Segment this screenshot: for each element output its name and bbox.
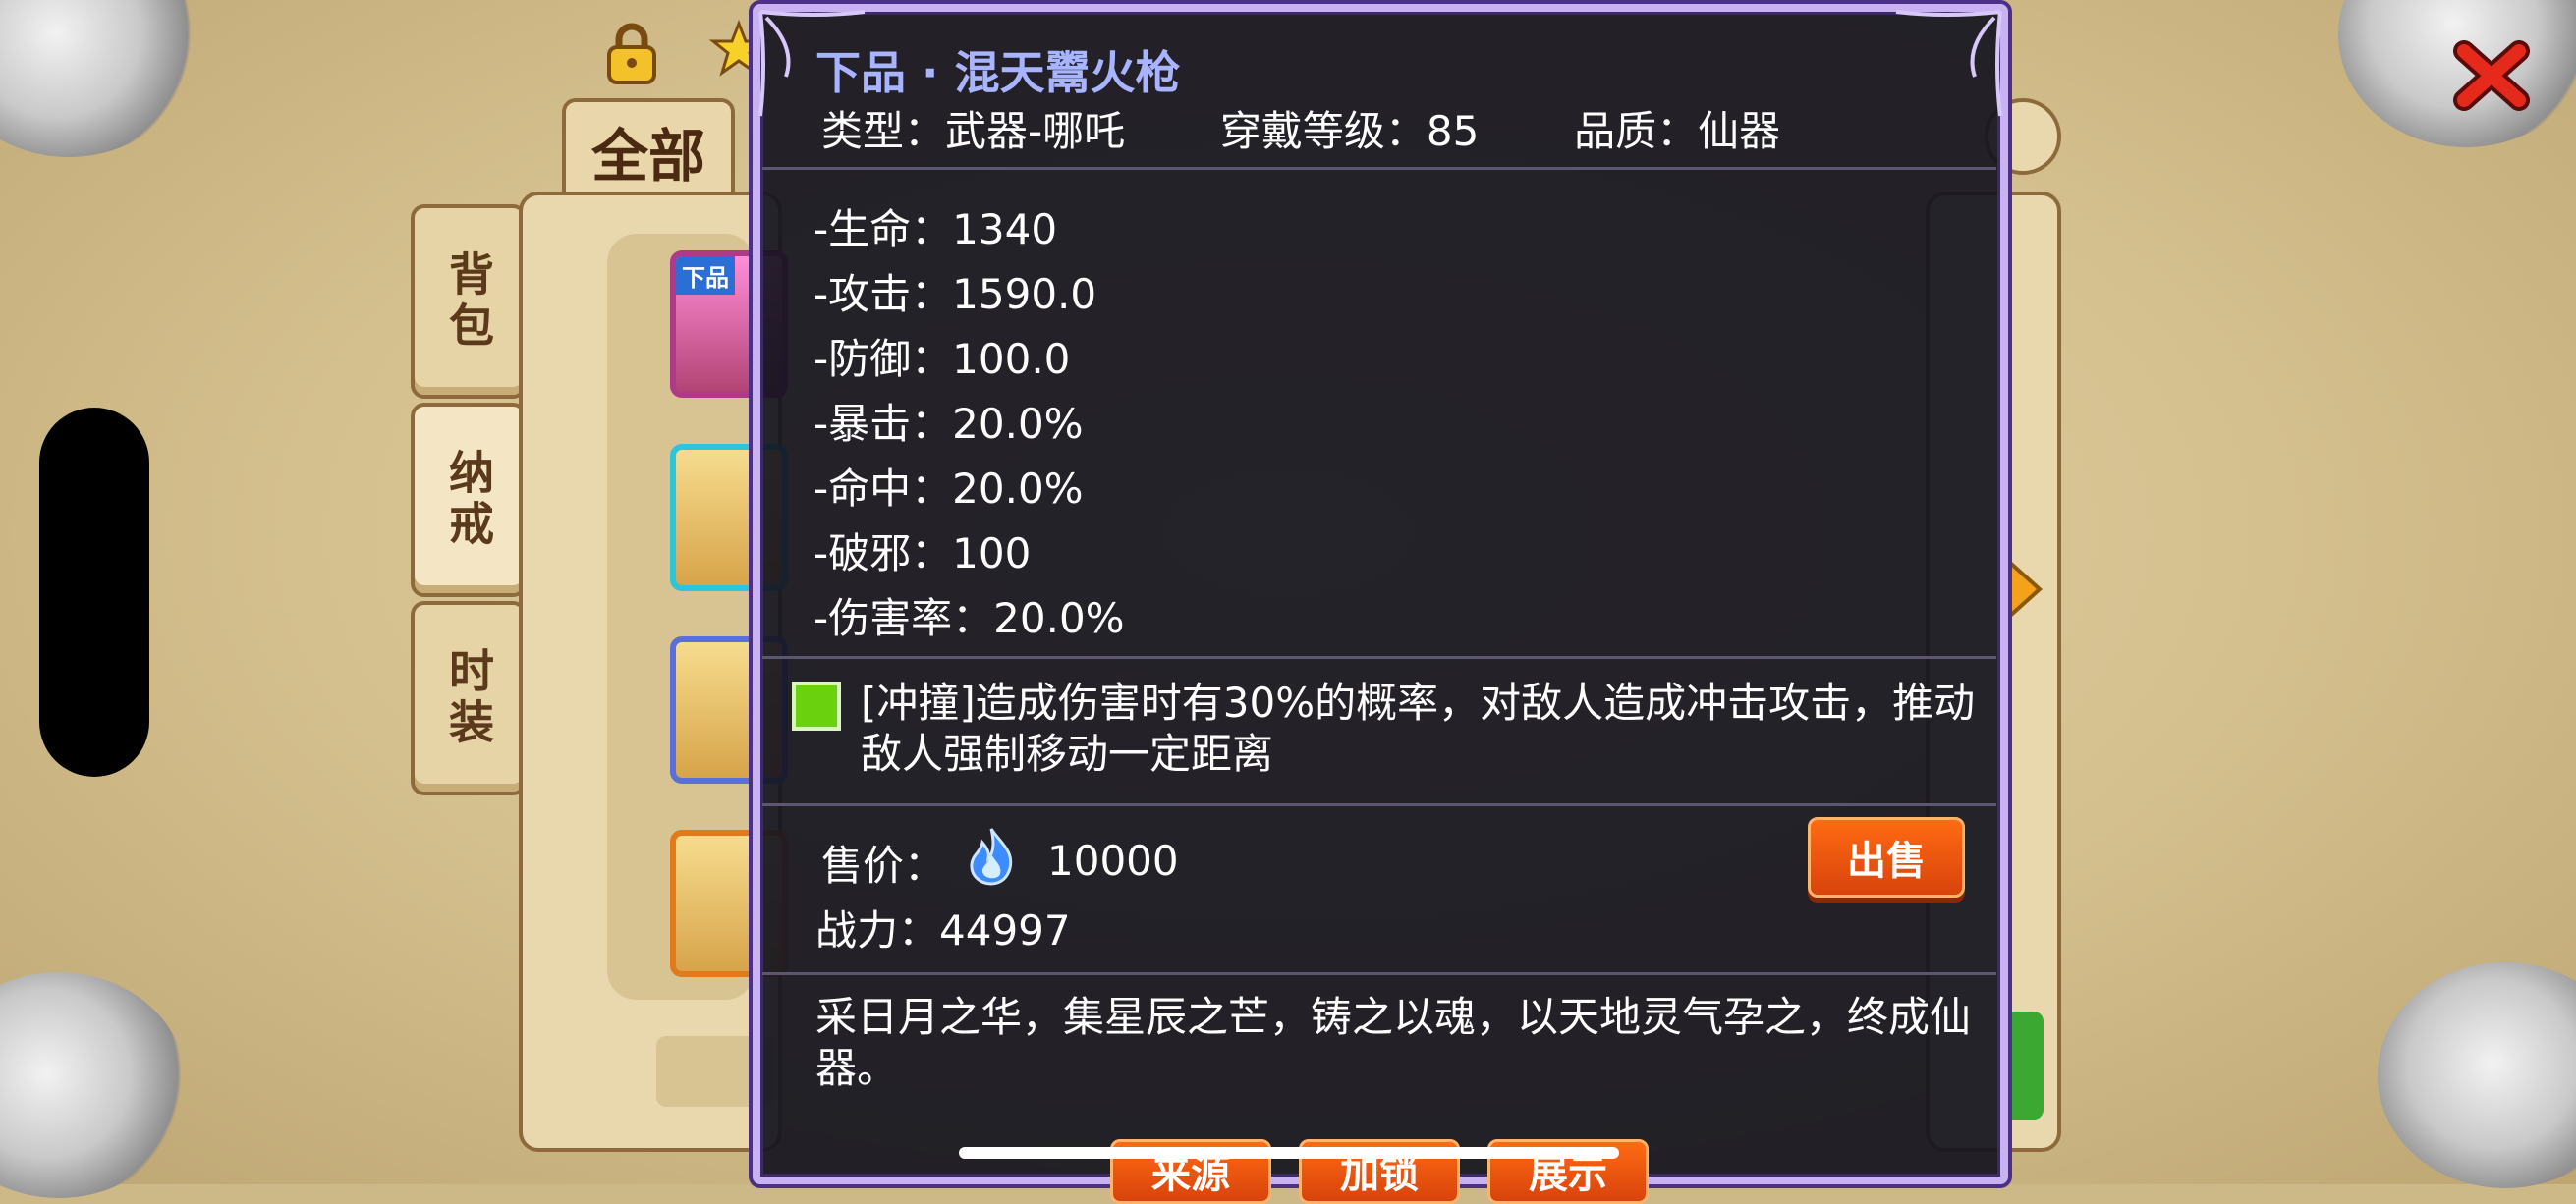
stat-label: -生命： [813,205,953,253]
stat-row: -防御：100.0 [813,326,1070,386]
home-indicator [959,1147,1619,1159]
stat-row: -命中：20.0% [813,456,1084,516]
level-value: 85 [1426,107,1480,155]
close-icon[interactable] [2450,37,2533,114]
device-notch [39,408,149,777]
stat-row: -攻击：1590.0 [813,261,1096,321]
power-value: 44997 [939,906,1071,955]
quality-value: 仙器 [1698,107,1781,155]
tab-bag[interactable]: 背包 [411,204,527,399]
lock-icon[interactable] [597,20,666,88]
stat-value: 20.0% [952,465,1084,513]
stat-value: 100 [952,529,1032,577]
power-label: 战力： [815,906,940,955]
stat-value: 1340 [952,205,1058,253]
divider [762,972,1996,975]
stat-value: 20.0% [993,594,1125,642]
stat-value: 20.0% [952,400,1084,448]
item-title: 下品 · 混天鬻火枪 [815,37,1181,102]
title-separator: · [922,46,939,99]
item-name: 混天鬻火枪 [954,46,1181,99]
grade-badge: 下品 [676,256,735,295]
green-side-button[interactable] [2004,1012,2044,1120]
type-label: 类型： [821,107,946,155]
item-effect: [冲撞]造成伤害时有30%的概率，对敌人造成冲击攻击，推动敌人强制移动一定距离 [861,679,1976,778]
stat-label: -破邪： [813,529,953,577]
quality-label: 品质： [1574,107,1699,155]
stat-label: -伤害率： [813,594,994,642]
tab-fashion[interactable]: 时装 [411,601,527,795]
stat-label: -命中： [813,465,953,513]
price-value: 10000 [1047,837,1179,885]
item-info-row: 类型：武器-哪吒 穿戴等级：85 品质：仙器 [821,98,1780,158]
divider [762,656,1996,659]
flame-icon [970,828,1013,886]
corner-ornament [1895,10,2002,117]
item-description: 采日月之华，集星辰之芒，铸之以魂，以天地灵气孕之，终成仙器。 [815,993,1972,1092]
stat-value: 1590.0 [952,270,1097,318]
stat-value: 100.0 [952,335,1071,383]
divider [762,803,1996,806]
tab-all[interactable]: 全部 [562,98,735,204]
stat-label: -防御： [813,335,953,383]
stat-label: -攻击： [813,270,953,318]
item-grade: 下品 [815,46,906,99]
type-value: 武器-哪吒 [945,107,1126,155]
tab-ring[interactable]: 纳戒 [411,403,527,597]
price-label: 售价： [821,842,946,890]
effect-square-icon [792,682,841,731]
divider [762,167,1996,170]
level-label: 穿戴等级： [1219,107,1427,155]
stat-row: -伤害率：20.0% [813,585,1125,645]
power-row: 战力：44997 [815,898,1071,958]
stat-label: -暴击： [813,400,953,448]
sell-button[interactable]: 出售 [1808,817,1965,898]
stat-row: -破邪：100 [813,520,1031,580]
stat-row: -暴击：20.0% [813,391,1084,451]
stat-row: -生命：1340 [813,196,1057,256]
